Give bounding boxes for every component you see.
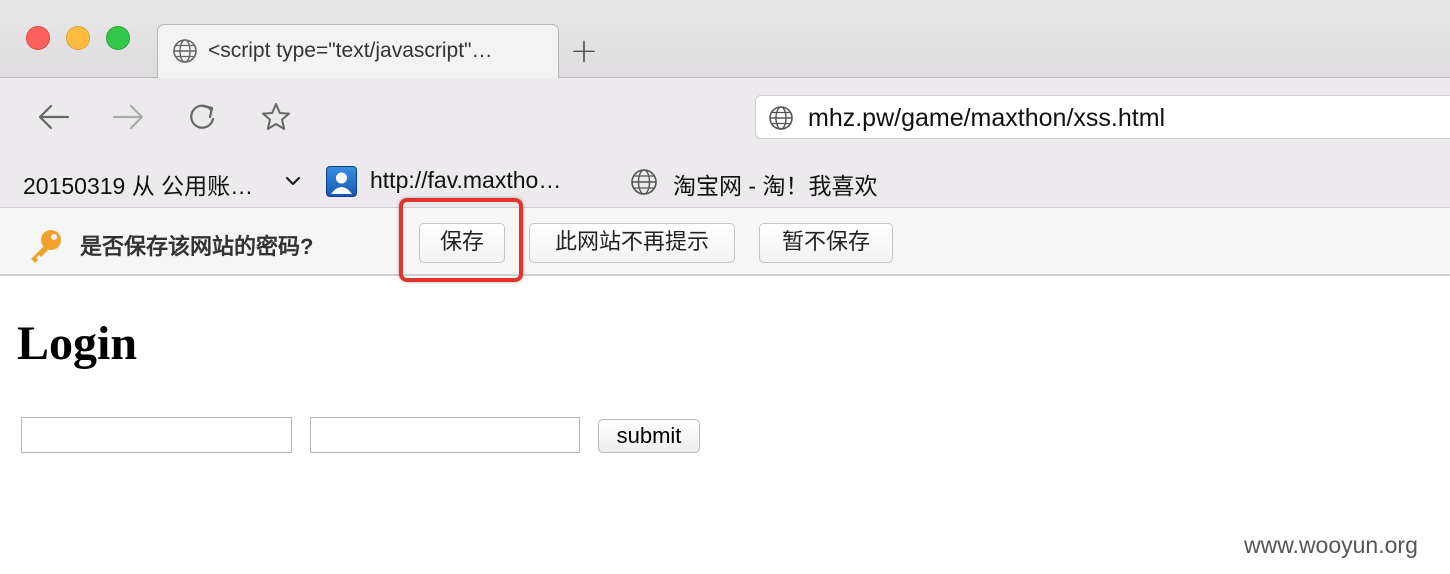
navigation-toolbar: mhz.pw/game/maxthon/xss.html (0, 78, 1450, 156)
tab-title: <script type="text/javascript"… (208, 39, 493, 62)
page-title: Login (17, 317, 138, 370)
address-bar[interactable]: mhz.pw/game/maxthon/xss.html (755, 95, 1450, 139)
never-for-site-button[interactable]: 此网站不再提示 (529, 223, 735, 263)
bookmark-folder[interactable]: 20150319 从 公用账… (23, 167, 253, 201)
window-maximize-button[interactable] (106, 26, 130, 50)
key-icon (31, 230, 61, 263)
tab-active[interactable]: <script type="text/javascript"… (157, 24, 559, 79)
highlight-annotation (399, 198, 523, 282)
not-now-button[interactable]: 暂不保存 (759, 223, 893, 263)
address-url[interactable]: mhz.pw/game/maxthon/xss.html (808, 104, 1165, 133)
reload-icon[interactable] (180, 95, 224, 139)
bookmark-item-maxthon[interactable]: http://fav.maxtho… (370, 167, 561, 194)
password-save-bar: 是否保存该网站的密码? 保存 此网站不再提示 暂不保存 (0, 198, 1450, 282)
chevron-down-icon[interactable] (282, 170, 304, 192)
forward-arrow-icon[interactable] (106, 95, 150, 139)
username-field[interactable] (21, 417, 292, 453)
window-minimize-button[interactable] (66, 26, 90, 50)
bookmark-item-taobao[interactable]: 淘宝网 - 淘！我喜欢 (673, 167, 877, 201)
tab-strip: <script type="text/javascript"… + (0, 0, 1450, 79)
star-icon[interactable] (254, 95, 298, 139)
maxthon-user-icon (326, 166, 357, 197)
back-arrow-icon[interactable] (32, 95, 76, 139)
watermark: www.wooyun.org (1244, 532, 1418, 558)
globe-icon (631, 169, 657, 195)
password-field[interactable] (310, 417, 580, 453)
globe-icon (769, 106, 793, 130)
globe-icon (173, 39, 197, 63)
bookmarks-bar: 20150319 从 公用账… http://fav.maxtho… 淘宝网 -… (0, 156, 1450, 208)
new-tab-button[interactable]: + (566, 34, 602, 70)
save-password-prompt: 是否保存该网站的密码? (80, 234, 314, 259)
submit-button[interactable]: submit (598, 419, 700, 453)
window-close-button[interactable] (26, 26, 50, 50)
